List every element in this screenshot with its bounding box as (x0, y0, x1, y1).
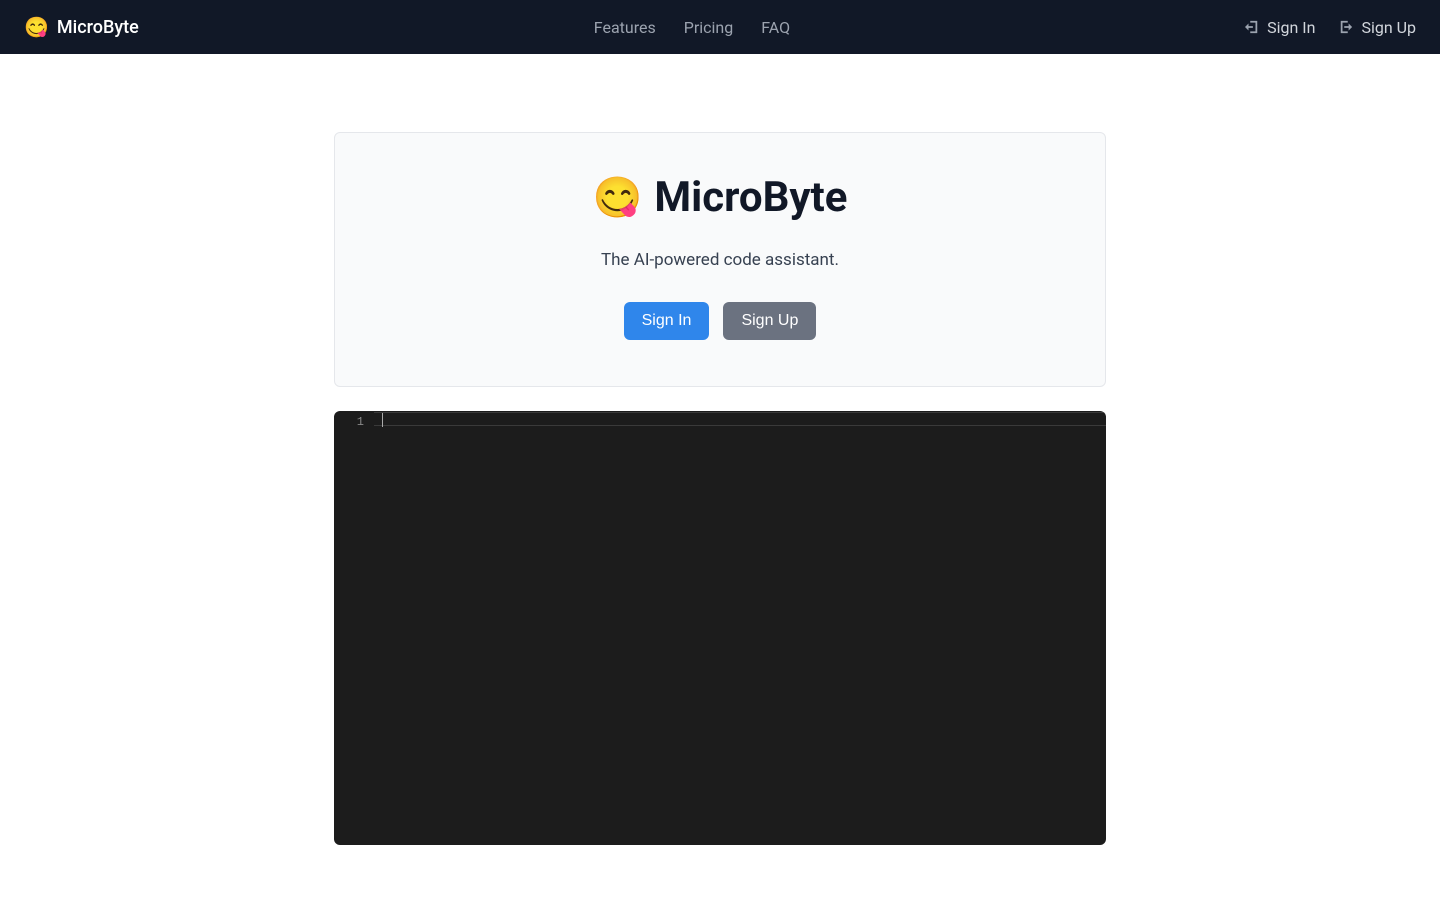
brand-emoji-icon: 😋 (24, 15, 49, 39)
navbar-auth-links: Sign In Sign Up (1245, 18, 1416, 37)
code-editor[interactable]: 1 (334, 411, 1106, 845)
nav-sign-in-link[interactable]: Sign In (1245, 18, 1315, 37)
brand-text: MicroByte (57, 17, 139, 38)
sign-up-button[interactable]: Sign Up (723, 302, 816, 340)
editor-cursor (382, 413, 383, 427)
nav-link-pricing[interactable]: Pricing (684, 18, 734, 37)
nav-link-features[interactable]: Features (594, 18, 656, 37)
hero-card: 😋 MicroByte The AI-powered code assistan… (334, 132, 1106, 387)
editor-content[interactable] (374, 411, 1106, 845)
sign-in-button[interactable]: Sign In (624, 302, 710, 340)
nav-sign-in-label: Sign In (1267, 18, 1315, 37)
sign-in-icon (1245, 20, 1259, 34)
sign-up-icon (1339, 20, 1353, 34)
hero-emoji-icon: 😋 (593, 174, 643, 221)
hero-title: 😋 MicroByte (359, 173, 1081, 222)
line-number: 1 (334, 415, 364, 429)
navbar-brand[interactable]: 😋 MicroByte (24, 15, 139, 39)
navbar-center-links: Features Pricing FAQ (139, 18, 1245, 37)
nav-link-faq[interactable]: FAQ (761, 18, 790, 37)
hero-buttons: Sign In Sign Up (359, 302, 1081, 340)
nav-sign-up-label: Sign Up (1361, 18, 1416, 37)
main-content: 😋 MicroByte The AI-powered code assistan… (334, 54, 1106, 845)
editor-active-line-highlight (374, 412, 1106, 426)
editor-gutter: 1 (334, 411, 374, 845)
hero-subtitle: The AI-powered code assistant. (359, 250, 1081, 270)
nav-sign-up-link[interactable]: Sign Up (1339, 18, 1416, 37)
navbar: 😋 MicroByte Features Pricing FAQ Sign In… (0, 0, 1440, 54)
hero-title-text: MicroByte (654, 173, 847, 222)
